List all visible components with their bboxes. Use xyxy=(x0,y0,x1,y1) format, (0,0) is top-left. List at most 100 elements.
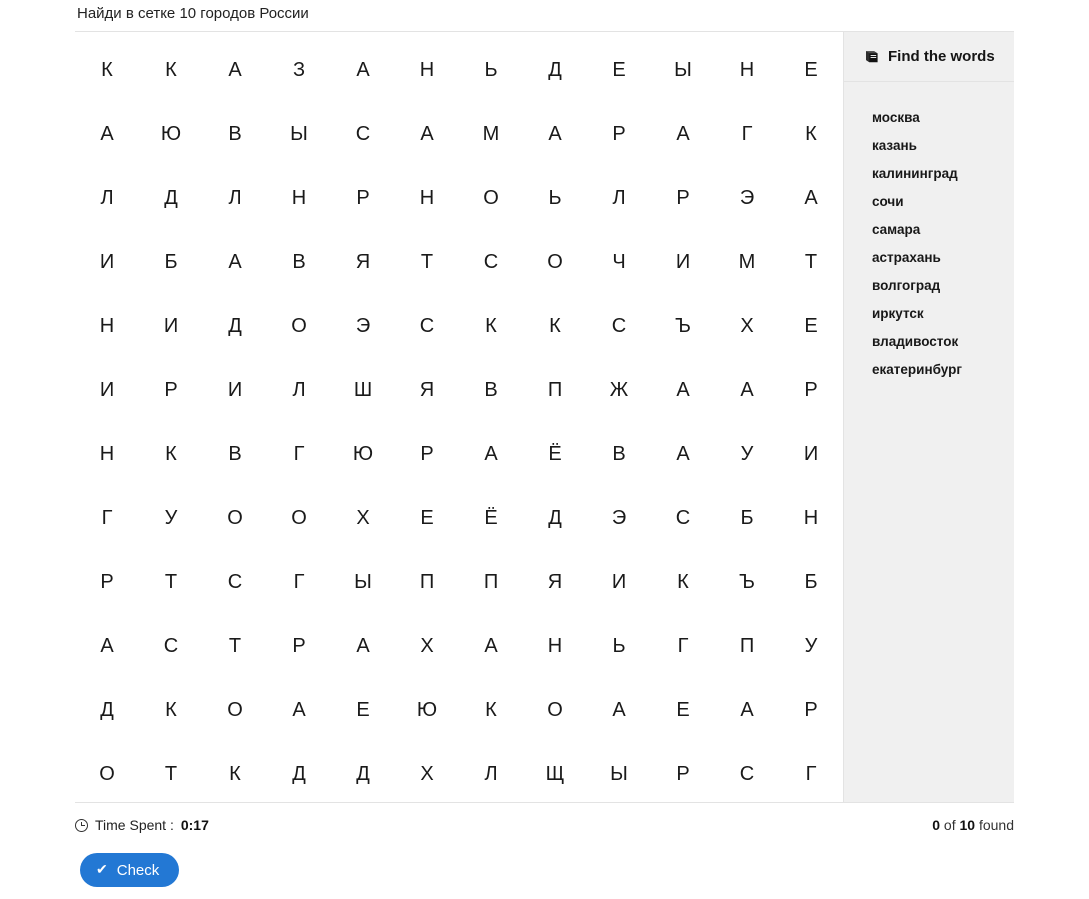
grid-cell[interactable]: Ъ xyxy=(715,550,779,614)
grid-cell[interactable]: Б xyxy=(139,230,203,294)
grid-cell[interactable]: Г xyxy=(715,102,779,166)
grid-cell[interactable]: К xyxy=(459,294,523,358)
grid-cell[interactable]: А xyxy=(395,102,459,166)
grid-cell[interactable]: А xyxy=(459,614,523,678)
grid-cell[interactable]: Л xyxy=(587,166,651,230)
grid-cell[interactable]: О xyxy=(523,678,587,742)
grid-cell[interactable]: Л xyxy=(75,166,139,230)
grid-cell[interactable]: В xyxy=(267,230,331,294)
grid-cell[interactable]: Т xyxy=(203,614,267,678)
grid-cell[interactable]: Ы xyxy=(267,102,331,166)
grid-cell[interactable]: О xyxy=(267,294,331,358)
grid-cell[interactable]: Х xyxy=(395,614,459,678)
grid-cell[interactable]: Н xyxy=(523,614,587,678)
grid-cell[interactable]: М xyxy=(459,102,523,166)
grid-cell[interactable]: Щ xyxy=(523,742,587,806)
grid-cell[interactable]: С xyxy=(139,614,203,678)
grid-cell[interactable]: П xyxy=(715,614,779,678)
grid-cell[interactable]: Я xyxy=(523,550,587,614)
grid-cell[interactable]: А xyxy=(203,230,267,294)
grid-cell[interactable]: Ё xyxy=(459,486,523,550)
grid-cell[interactable]: Д xyxy=(75,678,139,742)
grid-cell[interactable]: А xyxy=(651,358,715,422)
grid-cell[interactable]: А xyxy=(203,38,267,102)
grid-cell[interactable]: Ы xyxy=(651,38,715,102)
grid-cell[interactable]: Б xyxy=(779,550,843,614)
grid-cell[interactable]: С xyxy=(203,550,267,614)
grid-cell[interactable]: Р xyxy=(779,678,843,742)
grid-cell[interactable]: Ь xyxy=(587,614,651,678)
grid-cell[interactable]: Я xyxy=(331,230,395,294)
grid-cell[interactable]: Р xyxy=(139,358,203,422)
check-button[interactable]: ✔ Check xyxy=(80,853,180,887)
grid-cell[interactable]: Ъ xyxy=(651,294,715,358)
grid-cell[interactable]: Р xyxy=(395,422,459,486)
grid-cell[interactable]: Н xyxy=(75,294,139,358)
grid-cell[interactable]: А xyxy=(587,678,651,742)
grid-cell[interactable]: О xyxy=(523,230,587,294)
grid-cell[interactable]: Д xyxy=(203,294,267,358)
grid-cell[interactable]: К xyxy=(459,678,523,742)
grid-cell[interactable]: А xyxy=(523,102,587,166)
grid-cell[interactable]: Р xyxy=(267,614,331,678)
grid-cell[interactable]: Э xyxy=(331,294,395,358)
grid-cell[interactable]: О xyxy=(203,678,267,742)
grid-cell[interactable]: П xyxy=(459,550,523,614)
grid-cell[interactable]: Г xyxy=(779,742,843,806)
grid-cell[interactable]: С xyxy=(715,742,779,806)
grid-cell[interactable]: Б xyxy=(715,486,779,550)
grid-cell[interactable]: Е xyxy=(651,678,715,742)
grid-cell[interactable]: Д xyxy=(267,742,331,806)
grid-cell[interactable]: Р xyxy=(75,550,139,614)
grid-cell[interactable]: Г xyxy=(75,486,139,550)
grid-cell[interactable]: Е xyxy=(779,38,843,102)
grid-cell[interactable]: Ю xyxy=(395,678,459,742)
grid-cell[interactable]: Н xyxy=(395,38,459,102)
grid-cell[interactable]: С xyxy=(459,230,523,294)
grid-cell[interactable]: В xyxy=(459,358,523,422)
grid-cell[interactable]: Л xyxy=(267,358,331,422)
grid-cell[interactable]: Т xyxy=(395,230,459,294)
grid-cell[interactable]: И xyxy=(203,358,267,422)
grid-cell[interactable]: А xyxy=(715,358,779,422)
grid-cell[interactable]: У xyxy=(139,486,203,550)
grid-cell[interactable]: К xyxy=(523,294,587,358)
grid-cell[interactable]: Д xyxy=(331,742,395,806)
grid-cell[interactable]: С xyxy=(651,486,715,550)
grid-cell[interactable]: К xyxy=(139,38,203,102)
grid-cell[interactable]: У xyxy=(715,422,779,486)
grid-cell[interactable]: А xyxy=(651,102,715,166)
grid-cell[interactable]: В xyxy=(587,422,651,486)
grid-cell[interactable]: С xyxy=(395,294,459,358)
grid-cell[interactable]: Д xyxy=(139,166,203,230)
grid-cell[interactable]: А xyxy=(779,166,843,230)
grid-cell[interactable]: М xyxy=(715,230,779,294)
grid-cell[interactable]: Н xyxy=(779,486,843,550)
grid-cell[interactable]: И xyxy=(75,358,139,422)
grid-cell[interactable]: П xyxy=(395,550,459,614)
grid-cell[interactable]: Л xyxy=(459,742,523,806)
grid-cell[interactable]: Ы xyxy=(331,550,395,614)
grid-cell[interactable]: О xyxy=(75,742,139,806)
grid-cell[interactable]: Э xyxy=(715,166,779,230)
grid-cell[interactable]: Ш xyxy=(331,358,395,422)
grid-cell[interactable]: И xyxy=(779,422,843,486)
grid-cell[interactable]: П xyxy=(523,358,587,422)
grid-cell[interactable]: А xyxy=(331,614,395,678)
grid-cell[interactable]: Т xyxy=(139,742,203,806)
grid-cell[interactable]: И xyxy=(651,230,715,294)
grid-cell[interactable]: И xyxy=(139,294,203,358)
grid-cell[interactable]: А xyxy=(75,102,139,166)
grid-cell[interactable]: З xyxy=(267,38,331,102)
grid-cell[interactable]: А xyxy=(651,422,715,486)
grid-cell[interactable]: Ь xyxy=(523,166,587,230)
grid-cell[interactable]: Д xyxy=(523,486,587,550)
grid-cell[interactable]: Т xyxy=(779,230,843,294)
grid-cell[interactable]: О xyxy=(459,166,523,230)
grid-cell[interactable]: Ь xyxy=(459,38,523,102)
grid-cell[interactable]: А xyxy=(715,678,779,742)
grid-cell[interactable]: Э xyxy=(587,486,651,550)
grid-cell[interactable]: К xyxy=(139,678,203,742)
grid-cell[interactable]: Я xyxy=(395,358,459,422)
grid-cell[interactable]: Ю xyxy=(331,422,395,486)
